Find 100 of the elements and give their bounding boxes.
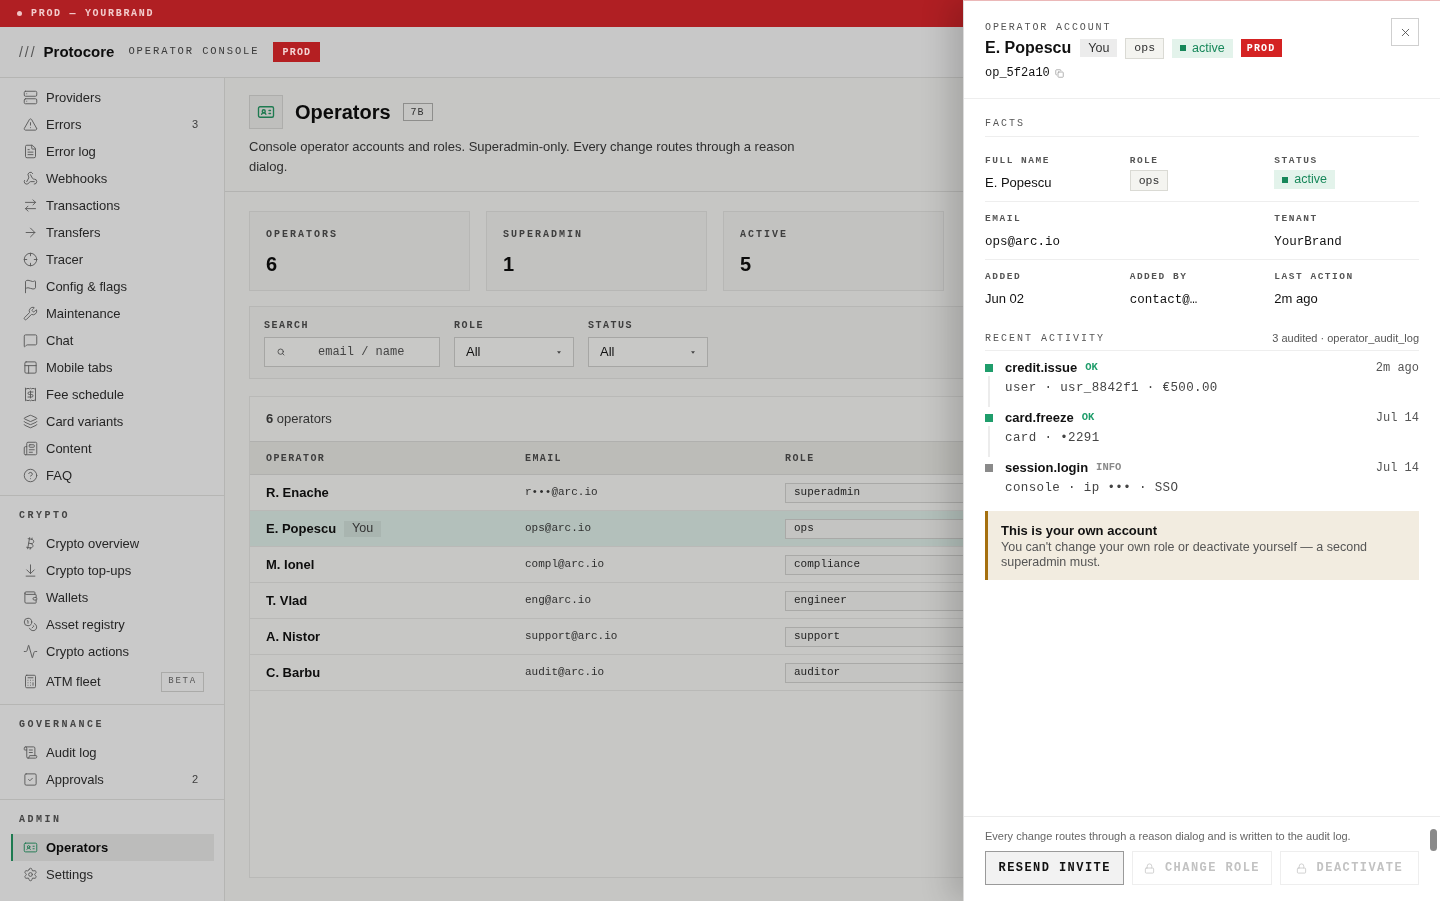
operator-name: R. Enache <box>266 483 329 502</box>
activity-action: card.freeze <box>1005 409 1074 428</box>
stat-value: 6 <box>266 252 279 276</box>
filter-label: SEARCH <box>264 320 310 332</box>
filter-label: ROLE <box>454 320 485 332</box>
search-field[interactable]: email / name <box>264 337 440 367</box>
fact-value: YourBrand <box>1274 235 1342 249</box>
fact-value: 2m ago <box>1274 291 1318 306</box>
operator-email: eng@arc.io <box>525 593 592 609</box>
pulse-icon <box>23 644 38 659</box>
sidebar-item[interactable]: Mobile tabs <box>11 354 214 381</box>
warning-icon <box>23 117 38 132</box>
calculator-icon <box>23 674 38 689</box>
lock-icon <box>1143 862 1155 874</box>
filter-label: STATUS <box>588 320 634 332</box>
sidebar-item[interactable]: Transfers <box>11 219 214 246</box>
sidebar-item[interactable]: Crypto actions <box>11 638 214 665</box>
chat-bubble-icon <box>23 333 38 348</box>
caret-icon <box>557 350 561 354</box>
brand-mark: /// <box>19 42 37 62</box>
layout-panels-icon <box>23 360 38 375</box>
sidebar-item[interactable]: ATM fleet BETA <box>11 665 214 698</box>
scrollbar-thumb[interactable] <box>1430 829 1437 851</box>
sidebar-item[interactable]: FAQ <box>11 462 214 489</box>
beta-tag: BETA <box>161 671 204 692</box>
sidebar-item[interactable]: Card variants <box>11 408 214 435</box>
stat-label: SUPERADMIN <box>503 229 584 241</box>
sidebar-item[interactable]: Maintenance <box>11 300 214 327</box>
sidebar-item[interactable]: Audit log <box>11 739 214 766</box>
sidebar-item[interactable]: Crypto overview <box>11 530 214 557</box>
activity-time: Jul 14 <box>1375 460 1419 477</box>
table-row[interactable]: A. Nistor support@arc.io support <box>250 619 963 655</box>
sidebar-item[interactable]: Wallets <box>11 584 214 611</box>
sidebar-item[interactable]: Config & flags <box>11 273 214 300</box>
sidebar-item[interactable]: Providers <box>11 84 214 111</box>
stat-label: OPERATORS <box>266 229 339 241</box>
notice-title: This is your own account <box>1001 522 1159 540</box>
stat-value: 5 <box>740 252 753 276</box>
activity-status: OK <box>1081 410 1095 426</box>
section-heading: GOVERNANCE <box>18 719 105 731</box>
table-row[interactable]: M. Ionel compl@arc.io compliance <box>250 547 963 583</box>
env-badge: PROD <box>1240 39 1282 57</box>
activity-time: Jul 14 <box>1375 410 1419 427</box>
operator-email: r•••@arc.io <box>525 485 599 501</box>
server-icon <box>23 90 38 105</box>
receipt-icon <box>23 387 38 402</box>
stat-label: ACTIVE <box>740 229 789 241</box>
table-row[interactable]: E. Popescu You ops@arc.io ops <box>250 511 963 547</box>
column-header: ROLE <box>785 451 816 466</box>
role-chip: ops <box>785 518 963 539</box>
fact-label: LAST ACTION <box>1274 271 1355 283</box>
flag-icon <box>23 279 38 294</box>
stat-value: 1 <box>503 252 516 276</box>
sidebar-item[interactable]: Transactions <box>11 192 214 219</box>
sidebar-item[interactable]: Chat <box>11 327 214 354</box>
role-chip: ops <box>1125 37 1165 59</box>
sidebar-item[interactable]: Webhooks <box>11 165 214 192</box>
sidebar-item[interactable]: Content <box>11 435 214 462</box>
sidebar-item[interactable]: Settings <box>11 861 214 888</box>
sidebar-item[interactable]: Approvals 2 <box>11 766 214 793</box>
help-icon <box>23 468 38 483</box>
sidebar-item[interactable]: Fee schedule <box>11 381 214 408</box>
console-label: OPERATOR CONSOLE <box>128 44 260 60</box>
operator-name: T. Vlad <box>266 591 308 610</box>
table-row[interactable]: C. Barbu audit@arc.io auditor <box>250 655 963 691</box>
sidebar-item[interactable]: Crypto top-ups <box>11 557 214 584</box>
fact-label: FULL NAME <box>985 155 1051 167</box>
self-tag: You <box>344 520 382 537</box>
role-chip: auditor <box>785 662 963 683</box>
sidebar-item[interactable]: Tracer <box>11 246 214 273</box>
copy-icon[interactable] <box>1054 68 1064 78</box>
status-label: active <box>1294 171 1327 189</box>
sidebar-item[interactable]: Error log <box>11 138 214 165</box>
self-tag: You <box>1080 39 1118 57</box>
fact-value: E. Popescu <box>985 175 1052 190</box>
caret-icon <box>691 350 695 354</box>
page-title: Operators <box>295 100 391 125</box>
role-chip: support <box>785 626 963 647</box>
filter-select[interactable]: All <box>454 337 574 367</box>
sidebar-item[interactable]: Operators <box>11 834 214 861</box>
env-badge: PROD <box>273 42 321 62</box>
scroll-icon <box>23 745 38 760</box>
action-button[interactable]: RESEND INVITE <box>985 851 1125 885</box>
activity-detail: console · ip ••• · SSO <box>1005 480 1180 497</box>
sidebar-item[interactable]: Errors 3 <box>11 111 214 138</box>
download-icon <box>23 563 38 578</box>
sidebar-item[interactable]: Asset registry <box>11 611 214 638</box>
operator-name: E. Popescu <box>266 519 337 538</box>
item-count: 2 <box>191 772 198 788</box>
role-chip: engineer <box>785 590 963 611</box>
env-banner-text: PROD — YOURBRAND <box>31 7 155 21</box>
filter-select[interactable]: All <box>588 337 708 367</box>
activity-time: 2m ago <box>1375 360 1419 377</box>
table-row[interactable]: T. Vlad eng@arc.io engineer <box>250 583 963 619</box>
webhook-icon <box>23 171 38 186</box>
close-button[interactable] <box>1391 18 1419 46</box>
fact-label: STATUS <box>1274 155 1319 167</box>
item-count: 3 <box>191 117 198 133</box>
status-label: active <box>1192 39 1225 57</box>
activity-action: credit.issue <box>1005 359 1078 378</box>
